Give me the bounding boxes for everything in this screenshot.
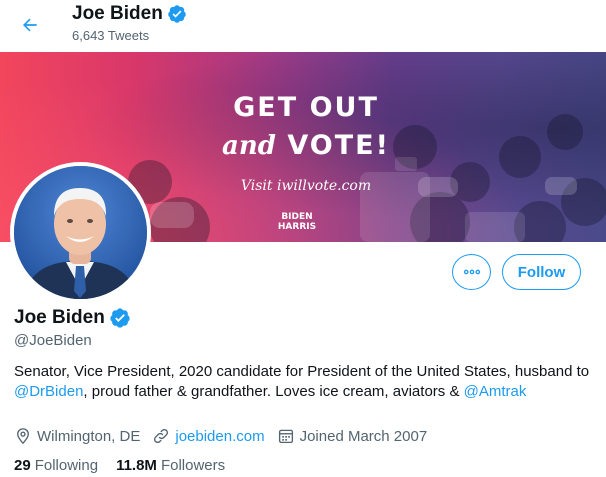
banner-headline-line1: GET OUT xyxy=(233,92,379,123)
link-icon xyxy=(154,428,169,444)
profile-meta: Wilmington, DE joebiden.com Joined March… xyxy=(14,427,439,445)
profile-stats: 29 Following 11.8M Followers xyxy=(14,457,243,474)
verified-badge-icon xyxy=(168,5,186,23)
website-link[interactable]: joebiden.com xyxy=(175,428,264,445)
banner-headline-bold: VOTE! xyxy=(287,130,390,161)
following-link[interactable]: 29 Following xyxy=(14,457,98,474)
following-count: 29 xyxy=(14,457,31,474)
followers-count: 11.8M xyxy=(116,457,157,474)
profile-handle: @JoeBiden xyxy=(14,332,92,349)
followers-link[interactable]: 11.8M Followers xyxy=(116,457,225,474)
header-name-row: Joe Biden xyxy=(72,3,187,25)
location-pin-icon xyxy=(17,428,29,445)
calendar-icon xyxy=(278,429,293,444)
back-button[interactable] xyxy=(14,9,46,41)
profile-bio: Senator, Vice President, 2020 candidate … xyxy=(14,362,594,402)
more-options-button[interactable] xyxy=(452,254,491,290)
profile-photo xyxy=(14,166,147,299)
profile-name: Joe Biden xyxy=(14,307,105,328)
banner-logo-line1: BIDEN xyxy=(281,212,313,222)
arrow-left-icon xyxy=(23,18,37,32)
following-label: Following xyxy=(34,457,99,474)
follow-button[interactable]: Follow xyxy=(502,254,581,290)
location-text: Wilmington, DE xyxy=(37,427,141,445)
location-item: Wilmington, DE xyxy=(14,427,140,445)
profile-avatar[interactable] xyxy=(10,162,151,303)
banner-headline-line2: and VOTE! xyxy=(0,130,606,161)
profile-header: Joe Biden 6,643 Tweets xyxy=(0,0,606,50)
verified-badge-icon xyxy=(110,308,130,328)
banner-campaign-logo: BIDEN HARRIS xyxy=(277,212,317,232)
joined-item: Joined March 2007 xyxy=(277,427,428,445)
banner-headline-script: and xyxy=(222,131,276,161)
profile-name-row: Joe Biden xyxy=(14,307,131,329)
bio-text-2: , proud father & grandfather. Loves ice … xyxy=(83,383,464,400)
website-item[interactable]: joebiden.com xyxy=(152,427,265,445)
followers-label: Followers xyxy=(160,457,226,474)
banner-logo-line2: HARRIS xyxy=(277,222,317,232)
header-name: Joe Biden xyxy=(72,3,163,24)
bio-mention-drbiden[interactable]: @DrBiden xyxy=(14,383,83,400)
bio-mention-amtrak[interactable]: @Amtrak xyxy=(464,383,527,400)
joined-text: Joined March 2007 xyxy=(299,427,428,445)
bio-text-1: Senator, Vice President, 2020 candidate … xyxy=(14,363,590,380)
tweet-count: 6,643 Tweets xyxy=(72,28,150,43)
more-options-icon xyxy=(463,269,480,275)
